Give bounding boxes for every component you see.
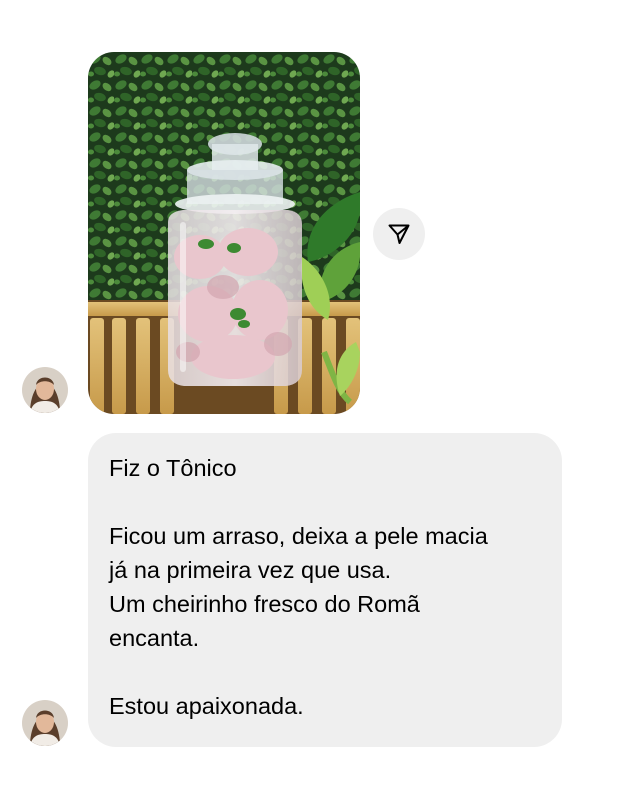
avatar-image	[22, 700, 68, 746]
sender-avatar[interactable]	[22, 700, 68, 746]
message-line-4: já na primeira vez que usa.	[109, 557, 392, 583]
sender-avatar[interactable]	[22, 367, 68, 413]
message-line-6: encanta.	[109, 625, 200, 651]
message-line-3: Ficou um arraso, deixa a pele macia	[109, 523, 488, 549]
message-line-5: Um cheirinho fresco do Romã	[109, 591, 420, 617]
paper-plane-icon	[388, 224, 410, 244]
message-line-1: Fiz o Tônico	[109, 455, 237, 481]
jar-of-tonic-photo	[88, 52, 360, 414]
message-line-8: Estou apaixonada.	[109, 693, 304, 719]
photo-message[interactable]	[88, 52, 360, 414]
dm-conversation: Fiz o Tônico Ficou um arraso, deixa a pe…	[0, 0, 640, 800]
share-button[interactable]	[373, 208, 425, 260]
text-message[interactable]: Fiz o Tônico Ficou um arraso, deixa a pe…	[88, 433, 562, 747]
avatar-image	[22, 367, 68, 413]
